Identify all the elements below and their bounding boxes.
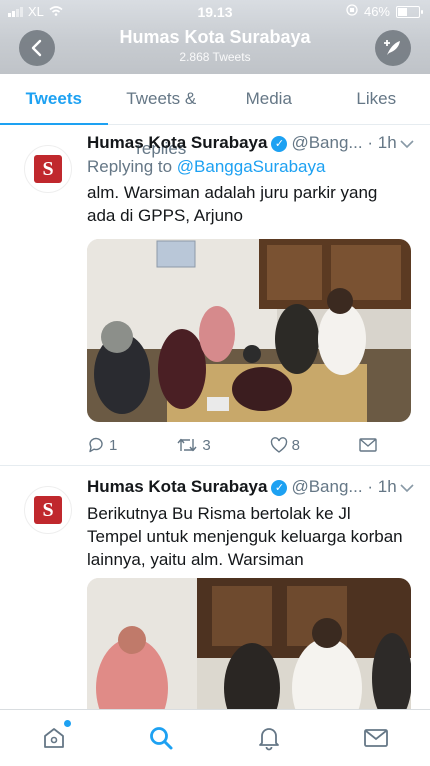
verified-badge-icon: ✓	[271, 136, 287, 152]
tweet-time: 1h	[378, 133, 397, 152]
avatar[interactable]: S	[24, 145, 72, 193]
bottom-tab-bar	[0, 709, 430, 766]
reply-count: 1	[109, 437, 117, 454]
reply-icon	[87, 436, 105, 454]
new-content-dot	[64, 720, 71, 727]
chevron-down-icon[interactable]	[400, 481, 414, 496]
tweet-text: Berikutnya Bu Risma bertolak ke Jl Tempe…	[87, 502, 407, 571]
retweet-icon	[176, 436, 198, 454]
surabaya-logo: S	[34, 496, 62, 524]
chevron-down-icon[interactable]	[400, 137, 414, 152]
home-icon	[41, 725, 67, 751]
tab-tweets-and-replies[interactable]: Tweets & replies	[108, 74, 216, 124]
envelope-icon	[363, 727, 389, 749]
battery-percent: 46%	[364, 4, 390, 19]
tweet-header: Humas Kota Surabaya✓@Bang... · 1h	[87, 133, 397, 153]
compose-tweet-button[interactable]	[375, 30, 411, 66]
envelope-icon	[359, 438, 377, 452]
surabaya-logo: S	[34, 155, 62, 183]
tab-media[interactable]: Media	[215, 74, 323, 124]
battery-level-fill	[398, 8, 407, 16]
header-tweet-count: 2.868 Tweets	[0, 50, 430, 64]
author-handle: @Bang...	[291, 133, 362, 152]
author-handle: @Bang...	[291, 477, 362, 496]
like-count: 8	[292, 437, 300, 454]
nav-home[interactable]	[0, 710, 108, 766]
tweet-item[interactable]: S Humas Kota Surabaya✓@Bang... · 1h Repl…	[0, 125, 430, 466]
header-title: Humas Kota Surabaya	[0, 27, 430, 48]
tab-likes[interactable]: Likes	[323, 74, 430, 124]
nav-notifications[interactable]	[215, 710, 323, 766]
profile-tabs: Tweets Tweets & replies Media Likes	[0, 74, 430, 125]
compose-feather-icon	[383, 38, 403, 58]
separator-dot: ·	[367, 133, 373, 152]
separator-dot: ·	[367, 477, 373, 496]
retweet-button[interactable]: 3	[176, 436, 210, 454]
search-icon	[148, 725, 174, 751]
photo-people-praying	[87, 239, 411, 422]
battery-icon	[396, 6, 420, 18]
like-button[interactable]: 8	[270, 436, 300, 454]
tweet-photo[interactable]	[87, 239, 411, 422]
retweet-count: 3	[202, 437, 210, 454]
tweet-photo[interactable]	[87, 578, 411, 718]
tweet-header: Humas Kota Surabaya✓@Bang... · 1h	[87, 477, 397, 497]
photo-family-visit	[87, 578, 411, 718]
nav-messages[interactable]	[323, 710, 430, 766]
reply-button[interactable]: 1	[87, 436, 117, 454]
author-name[interactable]: Humas Kota Surabaya	[87, 133, 267, 152]
bell-icon	[257, 725, 281, 751]
author-name[interactable]: Humas Kota Surabaya	[87, 477, 267, 496]
status-bar: XL 19.13 46%	[0, 3, 430, 21]
tweet-actions: 1 3 8	[87, 436, 377, 454]
replying-to-label: Replying to	[87, 157, 172, 176]
tweet-item[interactable]: S Humas Kota Surabaya✓@Bang... · 1h Beri…	[0, 466, 430, 709]
heart-icon	[270, 437, 288, 454]
tweet-text: alm. Warsiman adalah juru parkir yang ad…	[87, 181, 407, 227]
tweet-time: 1h	[378, 477, 397, 496]
orientation-lock-icon	[346, 4, 358, 19]
nav-search[interactable]	[108, 710, 216, 766]
reply-to-handle[interactable]: @BanggaSurabaya	[177, 157, 326, 176]
direct-message-button[interactable]	[359, 436, 377, 454]
avatar[interactable]: S	[24, 486, 72, 534]
profile-header: XL 19.13 46% Humas Kota Surabaya 2.868 T…	[0, 0, 430, 74]
verified-badge-icon: ✓	[271, 480, 287, 496]
replying-to: Replying to @BanggaSurabaya	[87, 157, 325, 177]
tab-tweets[interactable]: Tweets	[0, 74, 108, 124]
